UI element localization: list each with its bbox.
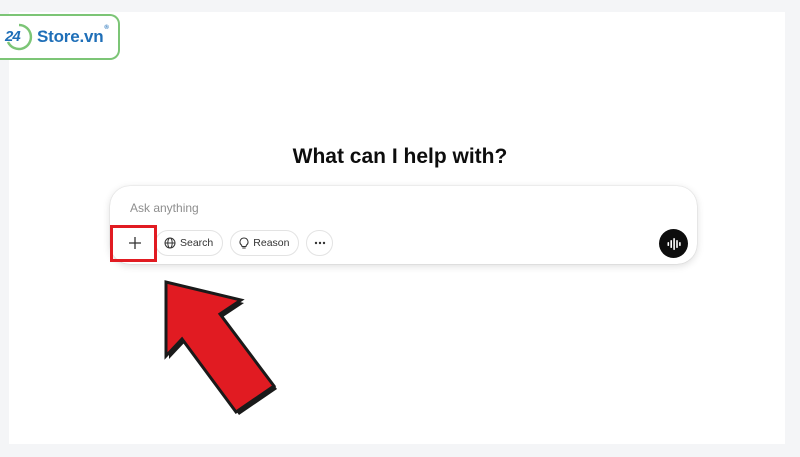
red-arrow-annotation [164,280,277,415]
screenshot: 24 Store.vn® What can I help with? Searc… [0,0,800,457]
